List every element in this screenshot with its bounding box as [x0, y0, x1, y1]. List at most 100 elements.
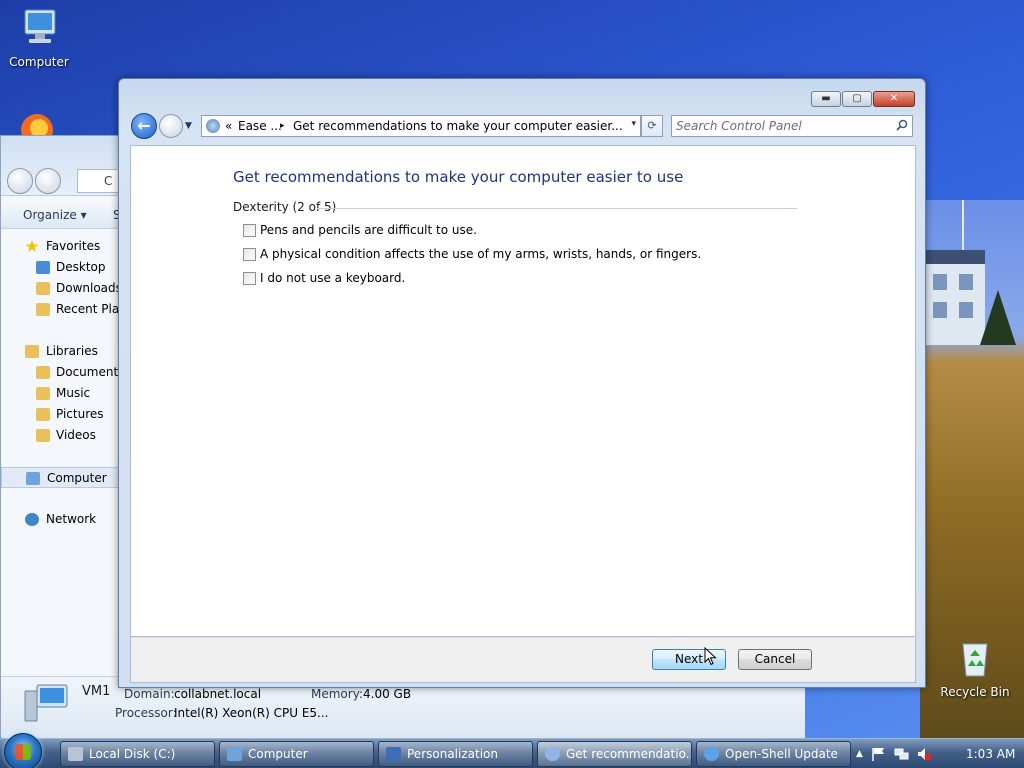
button-bar: Next Cancel [130, 637, 916, 683]
wallpaper-tree [980, 290, 1016, 345]
organize-button[interactable]: Organize ▾ [23, 208, 87, 222]
navigation-pane: Favorites Desktop Downloads Recent Place… [1, 236, 123, 530]
checkbox[interactable] [243, 247, 256, 261]
taskbar-item-label: Personalization [407, 747, 498, 761]
recycle-bin-icon [962, 643, 988, 677]
explorer-forward-button[interactable] [35, 168, 61, 194]
taskbar-item-personalization[interactable]: Personalization [378, 741, 533, 767]
explorer-nav-buttons [7, 168, 61, 194]
taskbar: Local Disk (C:) Computer Personalization… [0, 733, 1024, 768]
nav-label: Computer [47, 471, 107, 485]
desktop-icon-label: Computer [9, 55, 69, 69]
breadcrumb-overflow[interactable]: « [225, 119, 232, 133]
search-box[interactable] [671, 115, 913, 137]
computer-icon [227, 747, 242, 761]
music-icon [36, 387, 50, 400]
breadcrumb-ease-of-access[interactable]: Ease ... [238, 119, 282, 133]
action-center-flag-icon[interactable] [871, 747, 886, 761]
domain-value: collabnet.local [174, 687, 262, 701]
nav-label: Recent Place [56, 302, 123, 316]
page-title: Get recommendations to make your compute… [233, 168, 684, 186]
breadcrumb-separator-icon[interactable]: ▸ [280, 121, 285, 131]
cancel-button[interactable]: Cancel [738, 649, 812, 670]
nav-pictures[interactable]: Pictures [1, 404, 123, 425]
explorer-address-text: C [104, 174, 113, 188]
option-no-keyboard[interactable]: I do not use a keyboard. [243, 270, 405, 286]
taskbar-item-label: Open-Shell Update [725, 747, 838, 761]
section-divider [317, 208, 797, 209]
libraries-icon [25, 345, 39, 358]
caption-buttons: ▬ ▢ ✕ [811, 91, 915, 107]
back-button[interactable]: ← [131, 113, 157, 139]
nav-downloads[interactable]: Downloads [1, 278, 123, 299]
computer-icon [26, 472, 40, 485]
nav-computer[interactable]: Computer [1, 467, 123, 488]
search-input[interactable] [676, 117, 886, 135]
computer-icon [24, 9, 56, 43]
address-dropdown-icon[interactable]: ▾ [631, 119, 636, 129]
nav-music[interactable]: Music [1, 383, 123, 404]
minimize-button[interactable]: ▬ [811, 91, 841, 107]
memory-value: 4.00 GB [363, 687, 412, 701]
nav-label: Downloads [56, 281, 122, 295]
close-button[interactable]: ✕ [873, 91, 915, 107]
nav-network[interactable]: Network [1, 509, 123, 530]
system-tray: ▲ [856, 739, 932, 768]
nav-desktop[interactable]: Desktop [1, 257, 123, 278]
videos-icon [36, 429, 50, 442]
close-icon: ✕ [889, 93, 899, 104]
recent-pages-dropdown-icon[interactable]: ▼ [185, 121, 192, 131]
breadcrumb-current-page[interactable]: Get recommendations to make your compute… [293, 119, 623, 133]
start-button[interactable] [4, 733, 42, 768]
address-bar[interactable]: « Ease ... ▸ Get recommendations to make… [201, 115, 641, 137]
mouse-cursor-icon [704, 647, 717, 666]
option-physical-condition[interactable]: A physical condition affects the use of … [243, 246, 701, 262]
search-icon[interactable] [896, 119, 908, 131]
forward-button[interactable] [159, 114, 183, 138]
control-panel-window[interactable]: ▬ ▢ ✕ ← ▼ « Ease ... ▸ Get recommendatio… [118, 78, 926, 688]
ease-of-access-icon [545, 747, 560, 761]
nav-recent-places[interactable]: Recent Place [1, 299, 123, 320]
taskbar-item-computer[interactable]: Computer [219, 741, 374, 767]
show-hidden-icons-button[interactable]: ▲ [856, 749, 863, 759]
control-panel-icon [206, 119, 220, 133]
checkbox[interactable] [243, 271, 256, 285]
wallpaper-house [925, 250, 985, 345]
nav-label: Videos [56, 428, 96, 442]
nav-libraries[interactable]: Libraries [1, 341, 123, 362]
navigation-buttons: ← ▼ [131, 113, 192, 139]
maximize-icon: ▢ [852, 93, 862, 104]
maximize-button[interactable]: ▢ [842, 91, 872, 107]
volume-muted-icon[interactable] [917, 747, 932, 761]
documents-icon [36, 366, 50, 379]
desktop-icon-recycle-bin[interactable]: Recycle Bin [940, 636, 1010, 699]
desktop-icon [36, 261, 50, 274]
checkbox[interactable] [243, 223, 256, 237]
network-tray-icon[interactable] [894, 747, 909, 761]
minimize-icon: ▬ [821, 93, 831, 104]
downloads-folder-icon [36, 282, 50, 295]
nav-label: Libraries [46, 344, 98, 358]
nav-videos[interactable]: Videos [1, 425, 123, 446]
option-pens-pencils[interactable]: Pens and pencils are difficult to use. [243, 222, 477, 238]
recent-places-icon [36, 303, 50, 316]
taskbar-item-open-shell-update[interactable]: Open-Shell Update [696, 741, 851, 767]
personalization-icon [386, 747, 401, 761]
taskbar-item-get-recommendations[interactable]: Get recommendatio... [537, 741, 692, 767]
nav-documents[interactable]: Documents [1, 362, 123, 383]
drive-icon [68, 747, 83, 761]
nav-label: Favorites [46, 239, 101, 253]
taskbar-item-label: Get recommendatio... [566, 747, 692, 761]
option-label: Pens and pencils are difficult to use. [260, 223, 477, 237]
desktop-icon-computer[interactable]: Computer [4, 6, 74, 69]
processor-label: Processor: [115, 706, 177, 720]
taskbar-item-label: Computer [248, 747, 308, 761]
network-icon [25, 513, 39, 526]
clock[interactable]: 1:03 AM [966, 747, 1015, 761]
explorer-back-button[interactable] [7, 168, 33, 194]
open-shell-icon [704, 747, 719, 761]
nav-favorites[interactable]: Favorites [1, 236, 123, 257]
taskbar-item-local-disk[interactable]: Local Disk (C:) [60, 741, 215, 767]
nav-label: Desktop [56, 260, 106, 274]
refresh-button[interactable]: ⟳ [641, 115, 663, 137]
